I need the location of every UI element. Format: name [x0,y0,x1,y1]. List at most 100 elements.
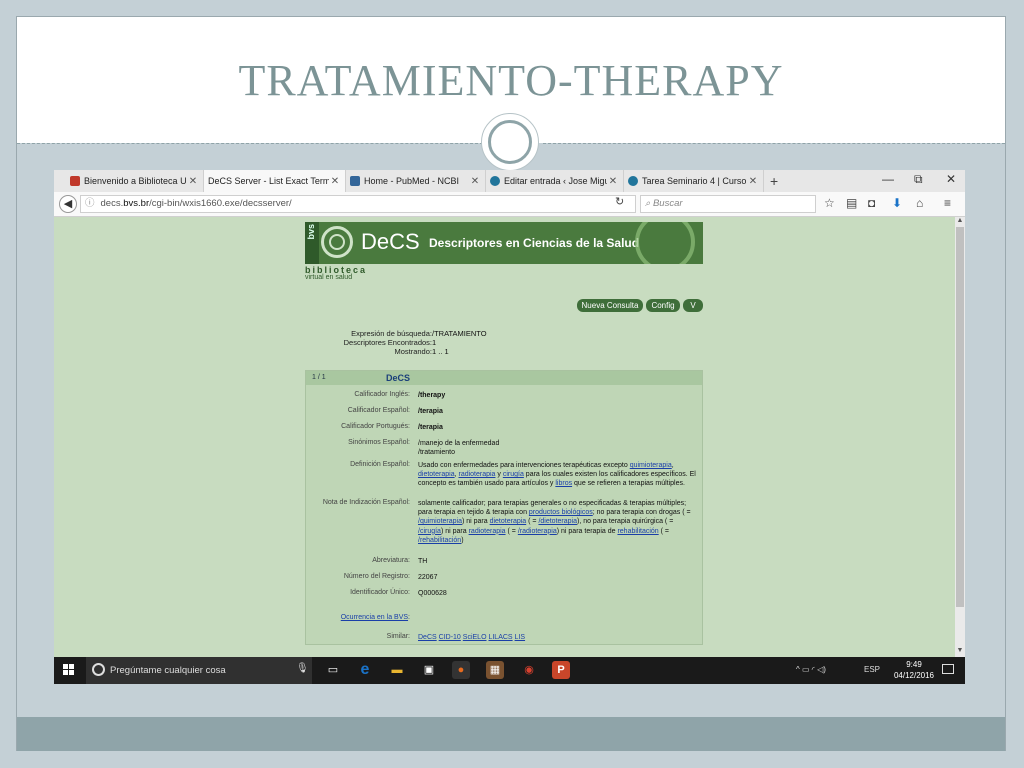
link[interactable]: radioterapia [469,528,506,535]
similar-link-scielo[interactable]: SciELO [463,634,487,641]
task-view-icon[interactable]: ▭ [324,661,342,679]
scroll-thumb[interactable] [956,227,964,607]
url-prefix: decs. [100,198,124,209]
slide-title: TRATAMIENTO-THERAPY [238,56,784,105]
chrome-icon[interactable]: ◉ [520,661,538,679]
link[interactable]: /cirugía [418,528,441,535]
field-value: TH [418,558,428,565]
similar-link-cid10[interactable]: CID-10 [439,634,461,641]
bookmark-star-icon[interactable]: ☆ [824,196,835,210]
close-icon[interactable]: ✕ [187,176,199,187]
reload-icon[interactable]: ↻ [615,195,624,208]
url-path: /cgi-bin/wxis1660.exe/decsserver/ [149,198,292,209]
link[interactable]: /rehabilitación [418,537,461,544]
link[interactable]: radioterapia [458,471,495,478]
url-bar[interactable]: ⓘ decs.bvs.br/cgi-bin/wxis1660.exe/decsse… [80,195,636,213]
link[interactable]: quimioterapia [630,462,672,469]
record-position: 1 / 1 [312,374,326,381]
close-icon[interactable]: ✕ [469,176,481,187]
info-icon[interactable]: ⓘ [85,198,95,209]
similar-link-lilacs[interactable]: LILACS [488,634,512,641]
nueva-consulta-button[interactable]: Nueva Consulta [577,299,643,312]
link[interactable]: /quimioterapia [418,518,462,525]
clock[interactable]: 9:49 04/12/2016 [892,659,936,681]
field-label: Sinónimos Español: [348,439,410,446]
field-label: Nota de Indización Español: [322,499,410,506]
v-button[interactable]: V [683,299,703,312]
download-icon[interactable]: ⬇ [892,196,902,210]
file-explorer-icon[interactable]: ▬ [388,661,406,679]
tab-label: Home - PubMed - NCBI [364,176,460,186]
similar-link-lis[interactable]: LIS [515,634,526,641]
close-icon[interactable]: ✕ [747,176,759,187]
search-input[interactable]: ⌕ Buscar [640,195,816,213]
field-label: Número del Registro: [343,573,410,580]
similar-link-decs[interactable]: DeCS [418,634,437,641]
wordpress-icon [628,176,638,186]
minimize-button[interactable]: — [882,172,894,186]
divider-left [17,143,483,144]
field-label: Calificador Español: [347,407,410,414]
link[interactable]: dietoterapia [490,518,527,525]
home-icon[interactable]: ⌂ [916,196,923,210]
microphone-icon[interactable]: 🎙 [296,663,309,674]
vertical-scrollbar[interactable]: ▲ ▼ [955,217,965,657]
tab-tarea[interactable]: Tarea Seminario 4 | Curso ... ✕ [624,170,764,192]
app-icon[interactable]: ▦ [486,661,504,679]
system-tray-icons[interactable]: ^ ▭ ◜ ◁) [796,665,826,674]
link[interactable]: dietoterapia [418,471,455,478]
link[interactable]: /dietoterapia [538,518,577,525]
tab-decs[interactable]: DeCS Server - List Exact Term ✕ [204,170,346,192]
search-placeholder: Buscar [652,198,683,209]
record-title: DeCS [386,373,411,383]
reading-list-icon[interactable]: ▤ [846,196,857,210]
tab-biblioteca[interactable]: Bienvenido a Biblioteca U... ✕ [66,170,204,192]
search-expression-label: Expresión de búsqueda: [351,329,432,338]
url-domain: bvs.br [123,198,150,209]
link[interactable]: /radioterapia [518,528,557,535]
new-tab-button[interactable]: + [770,173,778,189]
powerpoint-icon[interactable]: P [552,661,570,679]
tab-label: Editar entrada ‹ Jose Migu... [504,176,607,186]
language-indicator[interactable]: ESP [864,665,880,674]
cortana-search[interactable]: Pregúntame cualquier cosa 🎙 [86,657,312,684]
field-label: Similar: [386,633,410,640]
edge-icon[interactable]: e [356,661,374,679]
divider-right [543,143,1005,144]
link[interactable]: libros [555,480,572,487]
field-label: Calificador Portugués: [341,423,410,430]
windows-start-icon[interactable] [63,664,75,676]
ocurrencia-field: Ocurrencia en la BVS: [340,614,410,621]
close-window-button[interactable]: ✕ [946,172,956,186]
field-label: Calificador Inglés: [354,391,410,398]
config-button[interactable]: Config [646,299,680,312]
notification-icon[interactable] [942,664,954,674]
field-value: Q000628 [418,590,447,597]
similar-links: DeCS CID-10 SciELO LILACS LIS [418,633,698,642]
clock-time: 9:49 [906,660,922,669]
tab-label: DeCS Server - List Exact Term [208,176,329,186]
tab-label: Tarea Seminario 4 | Curso ... [642,176,747,186]
firefox-icon[interactable]: ● [452,661,470,679]
link[interactable]: productos biológicos [529,509,593,516]
scroll-down-icon[interactable]: ▼ [955,647,965,654]
close-icon[interactable]: ✕ [329,176,341,187]
banner-description: Descriptores en Ciencias de la Salud [429,236,640,250]
close-icon[interactable]: ✕ [607,176,619,187]
field-value: /terapia [418,408,443,415]
store-icon[interactable]: ▣ [420,661,438,679]
tab-editar[interactable]: Editar entrada ‹ Jose Migu... ✕ [486,170,624,192]
descriptors-found-label: Descriptores Encontrados: [343,338,432,347]
link[interactable]: cirugía [503,471,524,478]
field-value-note: solamente calificador; para terapias gen… [418,500,691,544]
menu-icon[interactable]: ≡ [944,196,951,210]
decs-record: 1 / 1 DeCS Calificador Inglés: /therapy … [305,370,703,645]
link[interactable]: rehabilitación [617,528,658,535]
restore-button[interactable]: ⧉ [914,172,923,187]
browser-screenshot: Bienvenido a Biblioteca U... ✕ DeCS Serv… [54,170,965,684]
scroll-up-icon[interactable]: ▲ [955,217,965,224]
tab-pubmed[interactable]: Home - PubMed - NCBI ✕ [346,170,486,192]
pocket-icon[interactable]: ◘ [868,196,875,210]
back-button[interactable]: ◀ [59,195,77,213]
ocurrencia-link[interactable]: Ocurrencia en la BVS [341,614,408,621]
